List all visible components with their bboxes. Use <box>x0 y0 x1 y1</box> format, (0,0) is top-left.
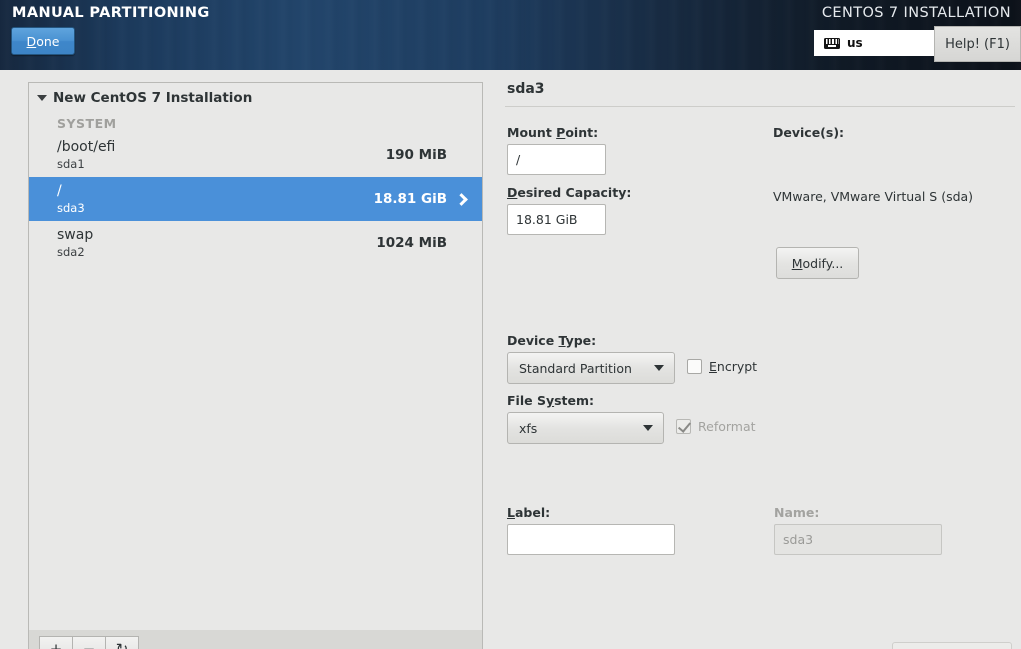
checkbox-icon <box>687 359 702 374</box>
title-banner: MANUAL PARTITIONING CENTOS 7 INSTALLATIO… <box>0 0 1021 70</box>
detail-title: sda3 <box>507 81 545 97</box>
partition-meta: 1024 MiB <box>376 235 468 251</box>
partition-mountpoint: /boot/efi <box>57 139 116 155</box>
file-system-label: File System: <box>507 393 664 408</box>
partition-size: 18.81 GiB <box>373 191 447 207</box>
detail-divider <box>505 106 1015 107</box>
partition-identity: / sda3 <box>57 183 85 215</box>
chevron-right-icon <box>455 192 468 206</box>
partition-size: 190 MiB <box>385 147 447 163</box>
partition-device: sda2 <box>57 245 85 259</box>
device-type-mnemonic: T <box>558 333 566 348</box>
file-system-label-pre: File S <box>507 393 546 408</box>
group-title: New CentOS 7 Installation <box>53 90 253 106</box>
label-field-mnemonic: L <box>507 505 515 520</box>
reformat-label: Reformat <box>698 419 756 434</box>
mount-point-input[interactable] <box>507 144 606 175</box>
file-system-mnemonic: y <box>545 393 555 408</box>
chevron-down-icon <box>37 95 47 101</box>
encrypt-checkbox[interactable]: Encrypt <box>687 359 757 374</box>
chevron-down-icon <box>643 425 653 431</box>
partition-device: sda1 <box>57 157 85 171</box>
partition-size: 1024 MiB <box>376 235 447 251</box>
done-button[interactable]: Done <box>11 27 75 55</box>
group-header-new-installation[interactable]: New CentOS 7 Installation <box>29 83 482 113</box>
desired-capacity-label-post: esired Capacity: <box>517 185 632 200</box>
section-label-system: SYSTEM <box>57 116 117 131</box>
partition-device: sda3 <box>57 201 85 215</box>
desired-capacity-mnemonic: D <box>507 185 518 200</box>
keyboard-icon <box>824 37 840 49</box>
mount-point-label-post: oint: <box>565 125 599 140</box>
encrypt-mnemonic: E <box>709 359 717 374</box>
name-field-label: Name: <box>774 505 820 520</box>
done-mnemonic: D <box>26 33 37 49</box>
file-system-select[interactable]: xfs <box>507 412 664 444</box>
partition-toolbar: + − ↻ <box>28 630 483 649</box>
modify-devices-button[interactable]: Modify... <box>776 247 859 279</box>
label-input[interactable] <box>507 524 675 555</box>
partition-identity: /boot/efi sda1 <box>57 139 115 171</box>
partition-identity: swap sda2 <box>57 227 93 259</box>
partition-meta: 190 MiB <box>386 147 468 163</box>
partition-mountpoint: / <box>57 183 62 199</box>
mount-point-label-pre: Mount <box>507 125 557 140</box>
device-type-label-post: ype: <box>565 333 597 348</box>
partition-row-swap[interactable]: swap sda2 1024 MiB <box>29 221 482 265</box>
partition-row-boot-efi[interactable]: /boot/efi sda1 190 MiB <box>29 133 482 177</box>
devices-value: VMware, VMware Virtual S (sda) <box>773 189 974 204</box>
mount-point-mnemonic: P <box>556 125 566 140</box>
partition-detail-panel: sda3 Mount Point: Desired Capacity: Devi… <box>505 76 1015 649</box>
partition-row-root[interactable]: / sda3 18.81 GiB <box>29 177 482 221</box>
device-type-label-pre: Device <box>507 333 559 348</box>
keyboard-layout-indicator[interactable]: us <box>814 30 934 56</box>
checkbox-checked-icon <box>676 419 691 434</box>
encrypt-label-post: ncrypt <box>716 359 758 374</box>
remove-partition-button[interactable]: − <box>72 635 106 649</box>
file-system-label-post: stem: <box>554 393 595 408</box>
encrypt-label: Encrypt <box>709 359 757 374</box>
desired-capacity-input[interactable] <box>507 204 606 235</box>
device-type-select[interactable]: Standard Partition <box>507 352 675 384</box>
add-partition-button[interactable]: + <box>39 635 73 649</box>
refresh-icon[interactable]: ↻ <box>105 635 139 649</box>
file-system-value: xfs <box>519 420 538 436</box>
device-type-label: Device Type: <box>507 333 675 348</box>
help-button[interactable]: Help! (F1) <box>934 26 1021 62</box>
installation-group: New CentOS 7 Installation SYSTEM /boot/e… <box>29 83 482 265</box>
modify-label-rest: odify... <box>802 255 844 271</box>
partition-list-panel: New CentOS 7 Installation SYSTEM /boot/e… <box>28 82 483 630</box>
main-content: New CentOS 7 Installation SYSTEM /boot/e… <box>0 70 1021 649</box>
mount-point-label: Mount Point: <box>507 125 606 140</box>
label-field-label-post: abel: <box>514 505 551 520</box>
partition-mountpoint: swap <box>57 227 94 243</box>
device-type-value: Standard Partition <box>519 360 632 376</box>
devices-label: Device(s): <box>773 125 845 140</box>
installer-product-name: CENTOS 7 INSTALLATION <box>821 5 1011 21</box>
reformat-checkbox[interactable]: Reformat <box>676 419 756 434</box>
modify-mnemonic: M <box>791 255 803 271</box>
update-settings-button[interactable]: Update Settings <box>892 642 1012 649</box>
partition-meta: 18.81 GiB <box>374 191 468 207</box>
keyboard-layout-label: us <box>847 36 863 50</box>
desired-capacity-label: Desired Capacity: <box>507 185 631 200</box>
name-input <box>774 524 942 555</box>
done-label-rest: one <box>36 33 60 49</box>
chevron-down-icon <box>654 365 664 371</box>
page-title: MANUAL PARTITIONING <box>12 5 210 21</box>
label-field-label: Label: <box>507 505 675 520</box>
